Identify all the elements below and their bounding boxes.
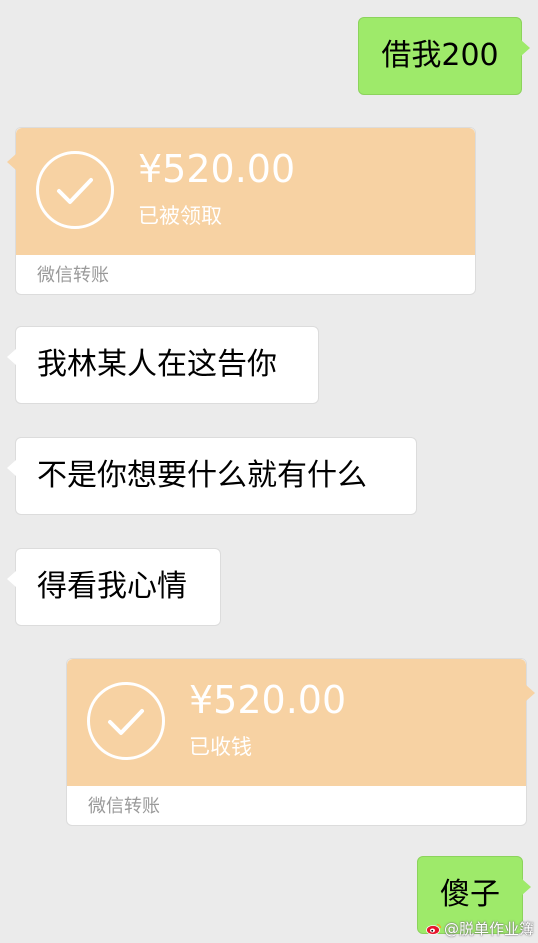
check-circle-icon: [36, 151, 114, 229]
transfer-card-received[interactable]: ¥520.00 已被领取 微信转账: [7, 127, 476, 295]
watermark-text: @脱单作业簿: [443, 920, 534, 938]
check-circle-icon: [87, 682, 165, 760]
incoming-message-bubble[interactable]: 我林某人在这告你: [7, 326, 319, 404]
transfer-card-sent[interactable]: ¥520.00 已收钱 微信转账: [66, 658, 535, 826]
message-text: 不是你想要什么就有什么: [37, 458, 367, 493]
transfer-status: 已收钱: [189, 735, 252, 759]
message-text: 傻子: [440, 877, 500, 912]
message-text: 我林某人在这告你: [37, 347, 277, 382]
weibo-icon: [426, 923, 442, 935]
incoming-message-bubble[interactable]: 不是你想要什么就有什么: [7, 437, 417, 515]
transfer-footer: 微信转账: [67, 786, 526, 824]
transfer-card-body: ¥520.00 已收钱: [67, 659, 535, 786]
weibo-watermark: @脱单作业簿: [426, 918, 534, 939]
outgoing-message-bubble[interactable]: 借我200: [358, 17, 530, 95]
transfer-card-body: ¥520.00 已被领取: [7, 128, 475, 255]
message-text: 借我200: [381, 38, 499, 73]
incoming-message-bubble[interactable]: 得看我心情: [7, 548, 221, 626]
message-text: 得看我心情: [37, 569, 187, 604]
transfer-footer: 微信转账: [16, 255, 475, 293]
transfer-status: 已被领取: [138, 204, 222, 228]
transfer-amount: ¥520.00: [138, 147, 296, 191]
transfer-amount: ¥520.00: [189, 678, 347, 722]
